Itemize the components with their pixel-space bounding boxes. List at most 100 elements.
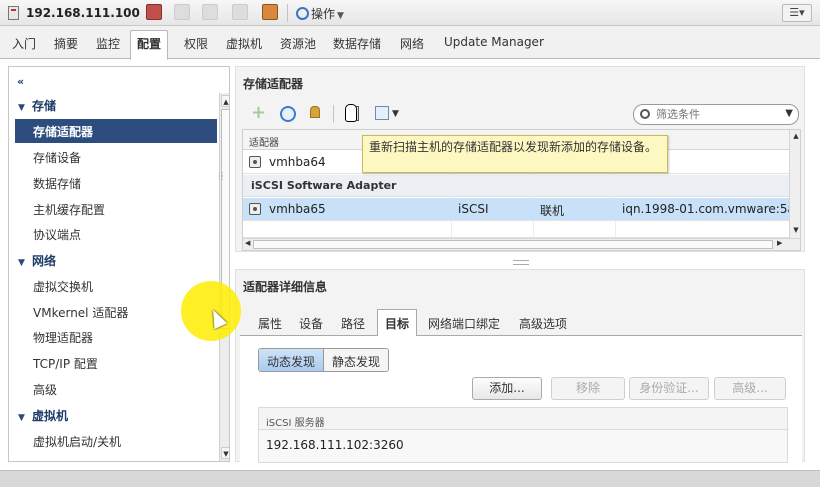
adapter-type: iSCSI (458, 202, 489, 216)
rescan-tooltip: 重新扫描主机的存储适配器以发现新添加的存储设备。 (362, 135, 668, 173)
adapter-details-title: 适配器详细信息 (243, 280, 328, 294)
object-tabs: 入门 摘要 监控 配置 权限 虚拟机 资源池 数据存储 网络 Update Ma… (0, 26, 820, 60)
table-header: iSCSI 服务器 (259, 408, 787, 430)
refresh-icon[interactable] (280, 106, 296, 122)
sidebar-scrollbar[interactable]: ▲ ▼ (219, 93, 229, 461)
disabled-forward-icon (202, 4, 218, 20)
table-horizontal-scrollbar[interactable]: ◀ ▶ (243, 238, 800, 250)
sidebar-item-virtual-switches[interactable]: 虚拟交换机 (33, 278, 93, 295)
sidebar-item-storage-devices[interactable]: 存储设备 (33, 149, 81, 166)
advanced-button[interactable]: 高级... (714, 377, 786, 400)
scroll-up-icon[interactable]: ▲ (791, 131, 800, 142)
expand-triangle-icon: ▼ (18, 413, 25, 423)
disabled-copy-icon (232, 4, 248, 20)
sidebar-item-vmkernel-adapters[interactable]: VMkernel 适配器 (33, 304, 128, 321)
expand-triangle-icon: ▼ (18, 103, 25, 113)
toolbar-separator (333, 105, 334, 123)
tab-devices[interactable]: 设备 (299, 315, 323, 332)
tab-properties[interactable]: 属性 (258, 315, 282, 332)
rescan-storage-icon[interactable] (310, 106, 320, 118)
tab-datastores[interactable]: 数据存储 (333, 35, 381, 52)
scroll-up-icon[interactable]: ▲ (221, 95, 229, 107)
storage-adapters-title: 存储适配器 (243, 77, 304, 91)
overflow-menu-button[interactable]: ☰▾ (782, 4, 812, 22)
actions-menu[interactable]: 操作 ▼ (296, 5, 344, 22)
gear-icon (296, 7, 309, 20)
adapter-name: vmhba64 (269, 155, 326, 169)
disabled-action-icon (174, 4, 190, 20)
dynamic-discovery-button[interactable]: 动态发现 (259, 349, 325, 371)
sidebar-item-datastores[interactable]: 数据存储 (33, 175, 81, 192)
scroll-down-icon[interactable]: ▼ (791, 225, 800, 236)
authentication-button[interactable]: 身份验证... (629, 377, 709, 400)
tab-getting-started[interactable]: 入门 (12, 35, 36, 52)
add-adapter-icon[interactable]: + (251, 104, 267, 122)
adapter-icon (249, 203, 261, 215)
sidebar-item-advanced[interactable]: 高级 (33, 381, 57, 398)
tab-paths[interactable]: 路径 (341, 315, 365, 332)
sidebar-group-network[interactable]: ▼ 网络 (18, 252, 56, 269)
tab-configure[interactable]: 配置 (130, 30, 169, 60)
adapter-status: 联机 (540, 204, 565, 218)
tab-resource-pools[interactable]: 资源池 (280, 35, 316, 52)
sidebar-item-protocol-endpoints[interactable]: 协议端点 (33, 226, 81, 243)
scroll-thumb[interactable] (253, 240, 773, 249)
iscsi-server-table: iSCSI 服务器 192.168.111.102:3260 (258, 407, 788, 463)
storage-adapters-panel: 存储适配器 + ▼ ▼ 适配器 vmhba64 iSCSI Software (235, 66, 805, 252)
scroll-down-icon[interactable]: ▼ (221, 447, 229, 459)
enter-maintenance-icon[interactable] (146, 4, 162, 20)
tab-summary[interactable]: 摘要 (54, 35, 78, 52)
table-row[interactable]: vmhba65 iSCSI 联机 iqn.1998-01.com.vmware:… (243, 198, 800, 221)
targets-panel: 动态发现 静态发现 添加... 移除 身份验证... 高级... iSCSI 服… (240, 336, 802, 463)
adapter-identifier: iqn.1998-01.com.vmware:5a6 (622, 202, 801, 216)
toolbar-separator (287, 4, 288, 22)
static-discovery-button[interactable]: 静态发现 (324, 349, 389, 371)
collapse-sidebar-icon[interactable]: « (17, 75, 24, 88)
sidebar-group-vm[interactable]: ▼ 虚拟机 (18, 407, 68, 424)
settings-sidebar: « ▼ 存储 存储适配器 存储设备 数据存储 主机缓存配置 协议端点 ▼ 网络 虚拟… (8, 66, 230, 462)
chevron-down-icon[interactable]: ▼ (785, 108, 793, 119)
sidebar-item-host-cache[interactable]: 主机缓存配置 (33, 201, 105, 218)
sidebar-item-storage-adapters[interactable]: 存储适配器 (15, 119, 217, 143)
panel-resize-grip-icon[interactable] (513, 260, 529, 265)
tab-advanced-options[interactable]: 高级选项 (519, 315, 567, 332)
remove-button[interactable]: 移除 (551, 377, 625, 400)
scroll-left-icon[interactable]: ◀ (245, 239, 250, 247)
filter-input[interactable] (656, 107, 776, 122)
host-icon (8, 6, 19, 20)
adapter-details-panel: 适配器详细信息 属性 设备 路径 目标 网络端口绑定 高级选项 动态发现 静态发… (235, 269, 805, 463)
sidebar-item-physical-adapters[interactable]: 物理适配器 (33, 329, 93, 346)
tab-networks[interactable]: 网络 (400, 35, 424, 52)
export-icon[interactable] (375, 106, 389, 120)
chevron-down-icon: ▼ (337, 11, 344, 21)
tab-monitor[interactable]: 监控 (96, 35, 120, 52)
expand-triangle-icon: ▼ (18, 258, 25, 268)
tab-targets[interactable]: 目标 (377, 309, 418, 337)
splitter-grip-icon[interactable]: :::: (218, 171, 224, 184)
tab-update-manager[interactable]: Update Manager (444, 35, 544, 49)
host-title: 192.168.111.100 (26, 6, 140, 20)
filter-box[interactable]: ▼ (633, 104, 799, 125)
shutdown-icon[interactable] (262, 4, 278, 20)
hand-pointer-icon (345, 104, 357, 122)
iscsi-server-value[interactable]: 192.168.111.102:3260 (266, 438, 404, 452)
sidebar-item-vm-startup[interactable]: 虚拟机启动/关机 (33, 433, 121, 450)
table-vertical-scrollbar[interactable]: ▲ ▼ (789, 130, 800, 238)
sidebar-group-storage[interactable]: ▼ 存储 (18, 97, 56, 114)
search-icon (640, 109, 650, 119)
chevron-down-icon[interactable]: ▼ (392, 109, 408, 125)
tab-permissions[interactable]: 权限 (184, 35, 208, 52)
add-button[interactable]: 添加... (472, 377, 542, 400)
column-header-iscsi-server[interactable]: iSCSI 服务器 (266, 414, 325, 429)
tab-vms[interactable]: 虚拟机 (226, 35, 262, 52)
column-header-adapter[interactable]: 适配器 (249, 134, 279, 149)
adapter-icon (249, 156, 261, 168)
adapter-group-label: iSCSI Software Adapter (251, 179, 397, 192)
status-bar (0, 470, 820, 487)
adapter-group-header: iSCSI Software Adapter (243, 175, 789, 197)
sidebar-item-tcpip-config[interactable]: TCP/IP 配置 (33, 355, 98, 372)
scroll-right-icon[interactable]: ▶ (777, 239, 782, 247)
actions-label: 操作 (311, 7, 336, 21)
tab-port-binding[interactable]: 网络端口绑定 (428, 315, 500, 332)
discovery-toggle: 动态发现 静态发现 (258, 348, 390, 372)
